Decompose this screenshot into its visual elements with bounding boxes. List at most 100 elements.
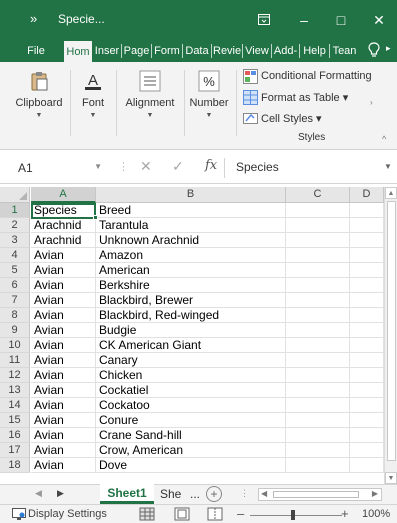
cell-column-d[interactable] xyxy=(350,398,384,413)
cell-column-a[interactable]: Avian xyxy=(31,398,96,413)
cell-column-b[interactable]: Breed xyxy=(96,203,286,218)
cell-column-a[interactable]: Avian xyxy=(31,368,96,383)
fill-handle[interactable] xyxy=(93,215,98,220)
row-header[interactable]: 16 xyxy=(0,428,30,443)
cell-column-a[interactable]: Avian xyxy=(31,353,96,368)
scroll-down-icon[interactable]: ▼ xyxy=(385,472,397,484)
cell-column-c[interactable] xyxy=(286,413,350,428)
cell-column-b[interactable]: Budgie xyxy=(96,323,286,338)
sheet-tab-second[interactable]: She xyxy=(160,487,181,501)
cell-column-c[interactable] xyxy=(286,383,350,398)
cell-column-b[interactable]: Blackbird, Red-winged xyxy=(96,308,286,323)
row-header[interactable]: 10 xyxy=(0,338,30,353)
cell-column-d[interactable] xyxy=(350,383,384,398)
cell-column-a[interactable]: Avian xyxy=(31,323,96,338)
zoom-out-button[interactable]: – xyxy=(237,506,244,521)
cell-column-c[interactable] xyxy=(286,458,350,473)
tab-team[interactable]: Tean xyxy=(331,40,358,62)
ribbon-scroll-right-icon[interactable]: › xyxy=(370,98,373,107)
cell-column-d[interactable] xyxy=(350,233,384,248)
zoom-in-button[interactable]: + xyxy=(341,506,349,521)
row-header[interactable]: 12 xyxy=(0,368,30,383)
tab-help[interactable]: Help xyxy=(301,40,328,62)
cell-column-c[interactable] xyxy=(286,338,350,353)
cell-column-b[interactable]: Chicken xyxy=(96,368,286,383)
cell-column-b[interactable]: Unknown Arachnid xyxy=(96,233,286,248)
row-header[interactable]: 15 xyxy=(0,413,30,428)
tab-home[interactable]: Hom xyxy=(64,41,92,62)
cell-column-c[interactable] xyxy=(286,443,350,458)
cell-column-c[interactable] xyxy=(286,218,350,233)
tab-formulas[interactable]: Form xyxy=(153,40,181,62)
expand-formula-bar-icon[interactable]: ▼ xyxy=(384,162,392,171)
tab-file[interactable]: File xyxy=(24,40,48,62)
chevron-down-icon[interactable]: ▼ xyxy=(94,162,102,171)
scroll-up-icon[interactable]: ▲ xyxy=(385,187,397,199)
cell-column-a[interactable]: Avian xyxy=(31,443,96,458)
cancel-icon[interactable]: ✕ xyxy=(140,158,152,175)
cell-column-b[interactable]: Blackbird, Brewer xyxy=(96,293,286,308)
cell-column-a[interactable]: Arachnid xyxy=(31,218,96,233)
cell-column-c[interactable] xyxy=(286,293,350,308)
cell-column-a[interactable]: Avian xyxy=(31,413,96,428)
cell-column-d[interactable] xyxy=(350,368,384,383)
cell-column-d[interactable] xyxy=(350,278,384,293)
cell-column-d[interactable] xyxy=(350,308,384,323)
cell-column-a[interactable]: Avian xyxy=(31,338,96,353)
page-layout-view-icon[interactable] xyxy=(174,507,190,521)
cell-column-d[interactable] xyxy=(350,458,384,473)
cell-column-a[interactable]: Avian xyxy=(31,308,96,323)
row-header[interactable]: 14 xyxy=(0,398,30,413)
tab-insert[interactable]: Inser xyxy=(94,40,120,62)
cell-column-d[interactable] xyxy=(350,338,384,353)
row-header[interactable]: 11 xyxy=(0,353,30,368)
tab-page-layout[interactable]: Page xyxy=(123,40,150,62)
cell-column-c[interactable] xyxy=(286,263,350,278)
sheet-tabs-splitter-icon[interactable]: ⋮ xyxy=(240,488,249,499)
horizontal-scrollbar[interactable]: ◀ ▶ xyxy=(258,488,382,501)
cell-column-b[interactable]: Canary xyxy=(96,353,286,368)
vertical-scrollbar[interactable]: ▲ ▼ xyxy=(384,187,397,484)
tabs-overflow-icon[interactable]: ▸ xyxy=(386,43,391,54)
enter-icon[interactable]: ✓ xyxy=(172,158,184,175)
formula-input[interactable]: Species xyxy=(236,160,279,174)
close-button[interactable]: ✕ xyxy=(361,6,397,34)
tab-review[interactable]: Revie xyxy=(213,40,241,62)
column-header[interactable]: B xyxy=(96,187,286,203)
row-header[interactable]: 13 xyxy=(0,383,30,398)
lightbulb-tell-me-icon[interactable] xyxy=(366,42,382,60)
alignment-group[interactable]: Alignment ▼ xyxy=(118,62,182,150)
scroll-right-icon[interactable]: ▶ xyxy=(372,489,378,498)
cell-column-a[interactable]: Avian xyxy=(31,428,96,443)
select-all-button[interactable] xyxy=(0,187,30,203)
cell-column-a[interactable]: Avian xyxy=(31,293,96,308)
scrollbar-thumb[interactable] xyxy=(387,201,396,461)
zoom-level[interactable]: 100% xyxy=(362,508,390,520)
cell-column-b[interactable]: Berkshire xyxy=(96,278,286,293)
ribbon-display-options-icon[interactable] xyxy=(246,6,282,34)
zoom-slider[interactable] xyxy=(250,515,342,516)
maximize-button[interactable]: □ xyxy=(323,6,359,34)
cell-column-d[interactable] xyxy=(350,203,384,218)
cell-column-a[interactable]: Avian xyxy=(31,383,96,398)
cell-column-a[interactable]: Avian xyxy=(31,248,96,263)
row-header[interactable]: 2 xyxy=(0,218,30,233)
insert-function-icon[interactable]: fx xyxy=(205,158,217,173)
collapse-ribbon-icon[interactable]: ^ xyxy=(382,134,386,144)
row-header[interactable]: 3 xyxy=(0,233,30,248)
cell-column-b[interactable]: Conure xyxy=(96,413,286,428)
cell-column-b[interactable]: Crane Sand-hill xyxy=(96,428,286,443)
column-header[interactable]: A xyxy=(31,187,96,203)
display-settings-button[interactable]: Display Settings xyxy=(28,508,107,520)
tab-add-ins[interactable]: Add- xyxy=(273,40,298,62)
page-break-preview-icon[interactable] xyxy=(207,507,223,521)
cell-column-c[interactable] xyxy=(286,233,350,248)
row-header[interactable]: 18 xyxy=(0,458,30,473)
cell-column-d[interactable] xyxy=(350,263,384,278)
row-header[interactable]: 6 xyxy=(0,278,30,293)
cell-column-c[interactable] xyxy=(286,308,350,323)
tab-view[interactable]: View xyxy=(244,40,270,62)
cell-column-d[interactable] xyxy=(350,293,384,308)
sheet-tab-sheet1[interactable]: Sheet1 xyxy=(100,484,154,504)
cell-column-b[interactable]: Cockatiel xyxy=(96,383,286,398)
